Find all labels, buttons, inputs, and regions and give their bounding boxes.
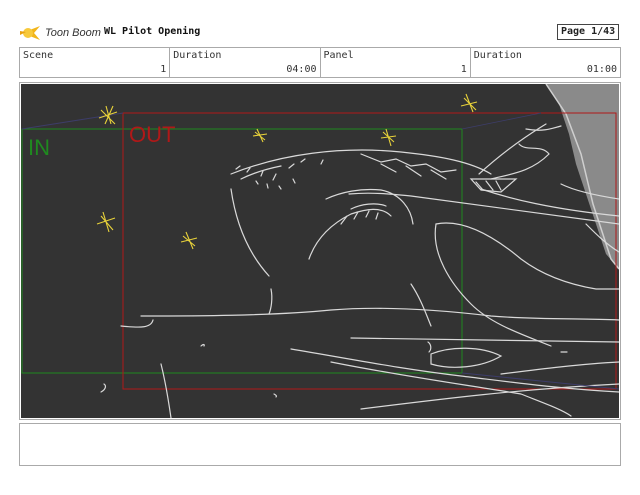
panel-label: Panel [323,50,354,61]
toon-boom-logo: Toon Boom [20,22,101,44]
header: Toon Boom WL Pilot Opening Page 1/43 [0,0,640,46]
toon-boom-logo-icon [20,26,40,40]
scene-label: Scene [23,50,54,61]
panel-duration-label: Duration [473,50,522,61]
in-frame-label: IN [28,135,50,160]
sketch-drawing [21,84,619,418]
logo-text: Toon Boom [45,27,101,39]
scene-duration-label: Duration [173,50,222,61]
notes-box[interactable] [19,423,621,466]
panel-drawing-area[interactable]: IN OUT [21,84,619,418]
panel-duration-cell: Duration 01:00 [471,48,620,77]
out-frame [122,112,617,390]
project-title: WL Pilot Opening [104,26,201,37]
scene-cell: Scene 1 [20,48,171,77]
in-frame [21,128,463,374]
panel-cell: Panel 1 [321,48,471,77]
info-row: Scene 1 Duration 04:00 Panel 1 Duration … [19,47,621,78]
scene-duration-value: 04:00 [286,64,317,75]
scene-value: 1 [160,64,167,75]
scene-duration-cell: Duration 04:00 [170,48,321,77]
out-frame-label: OUT [129,122,176,147]
storyboard-panel: IN OUT [19,82,621,420]
panel-duration-value: 01:00 [586,64,617,75]
page-indicator: Page 1/43 [557,24,619,40]
panel-value: 1 [460,64,467,75]
star-marks [96,93,478,250]
